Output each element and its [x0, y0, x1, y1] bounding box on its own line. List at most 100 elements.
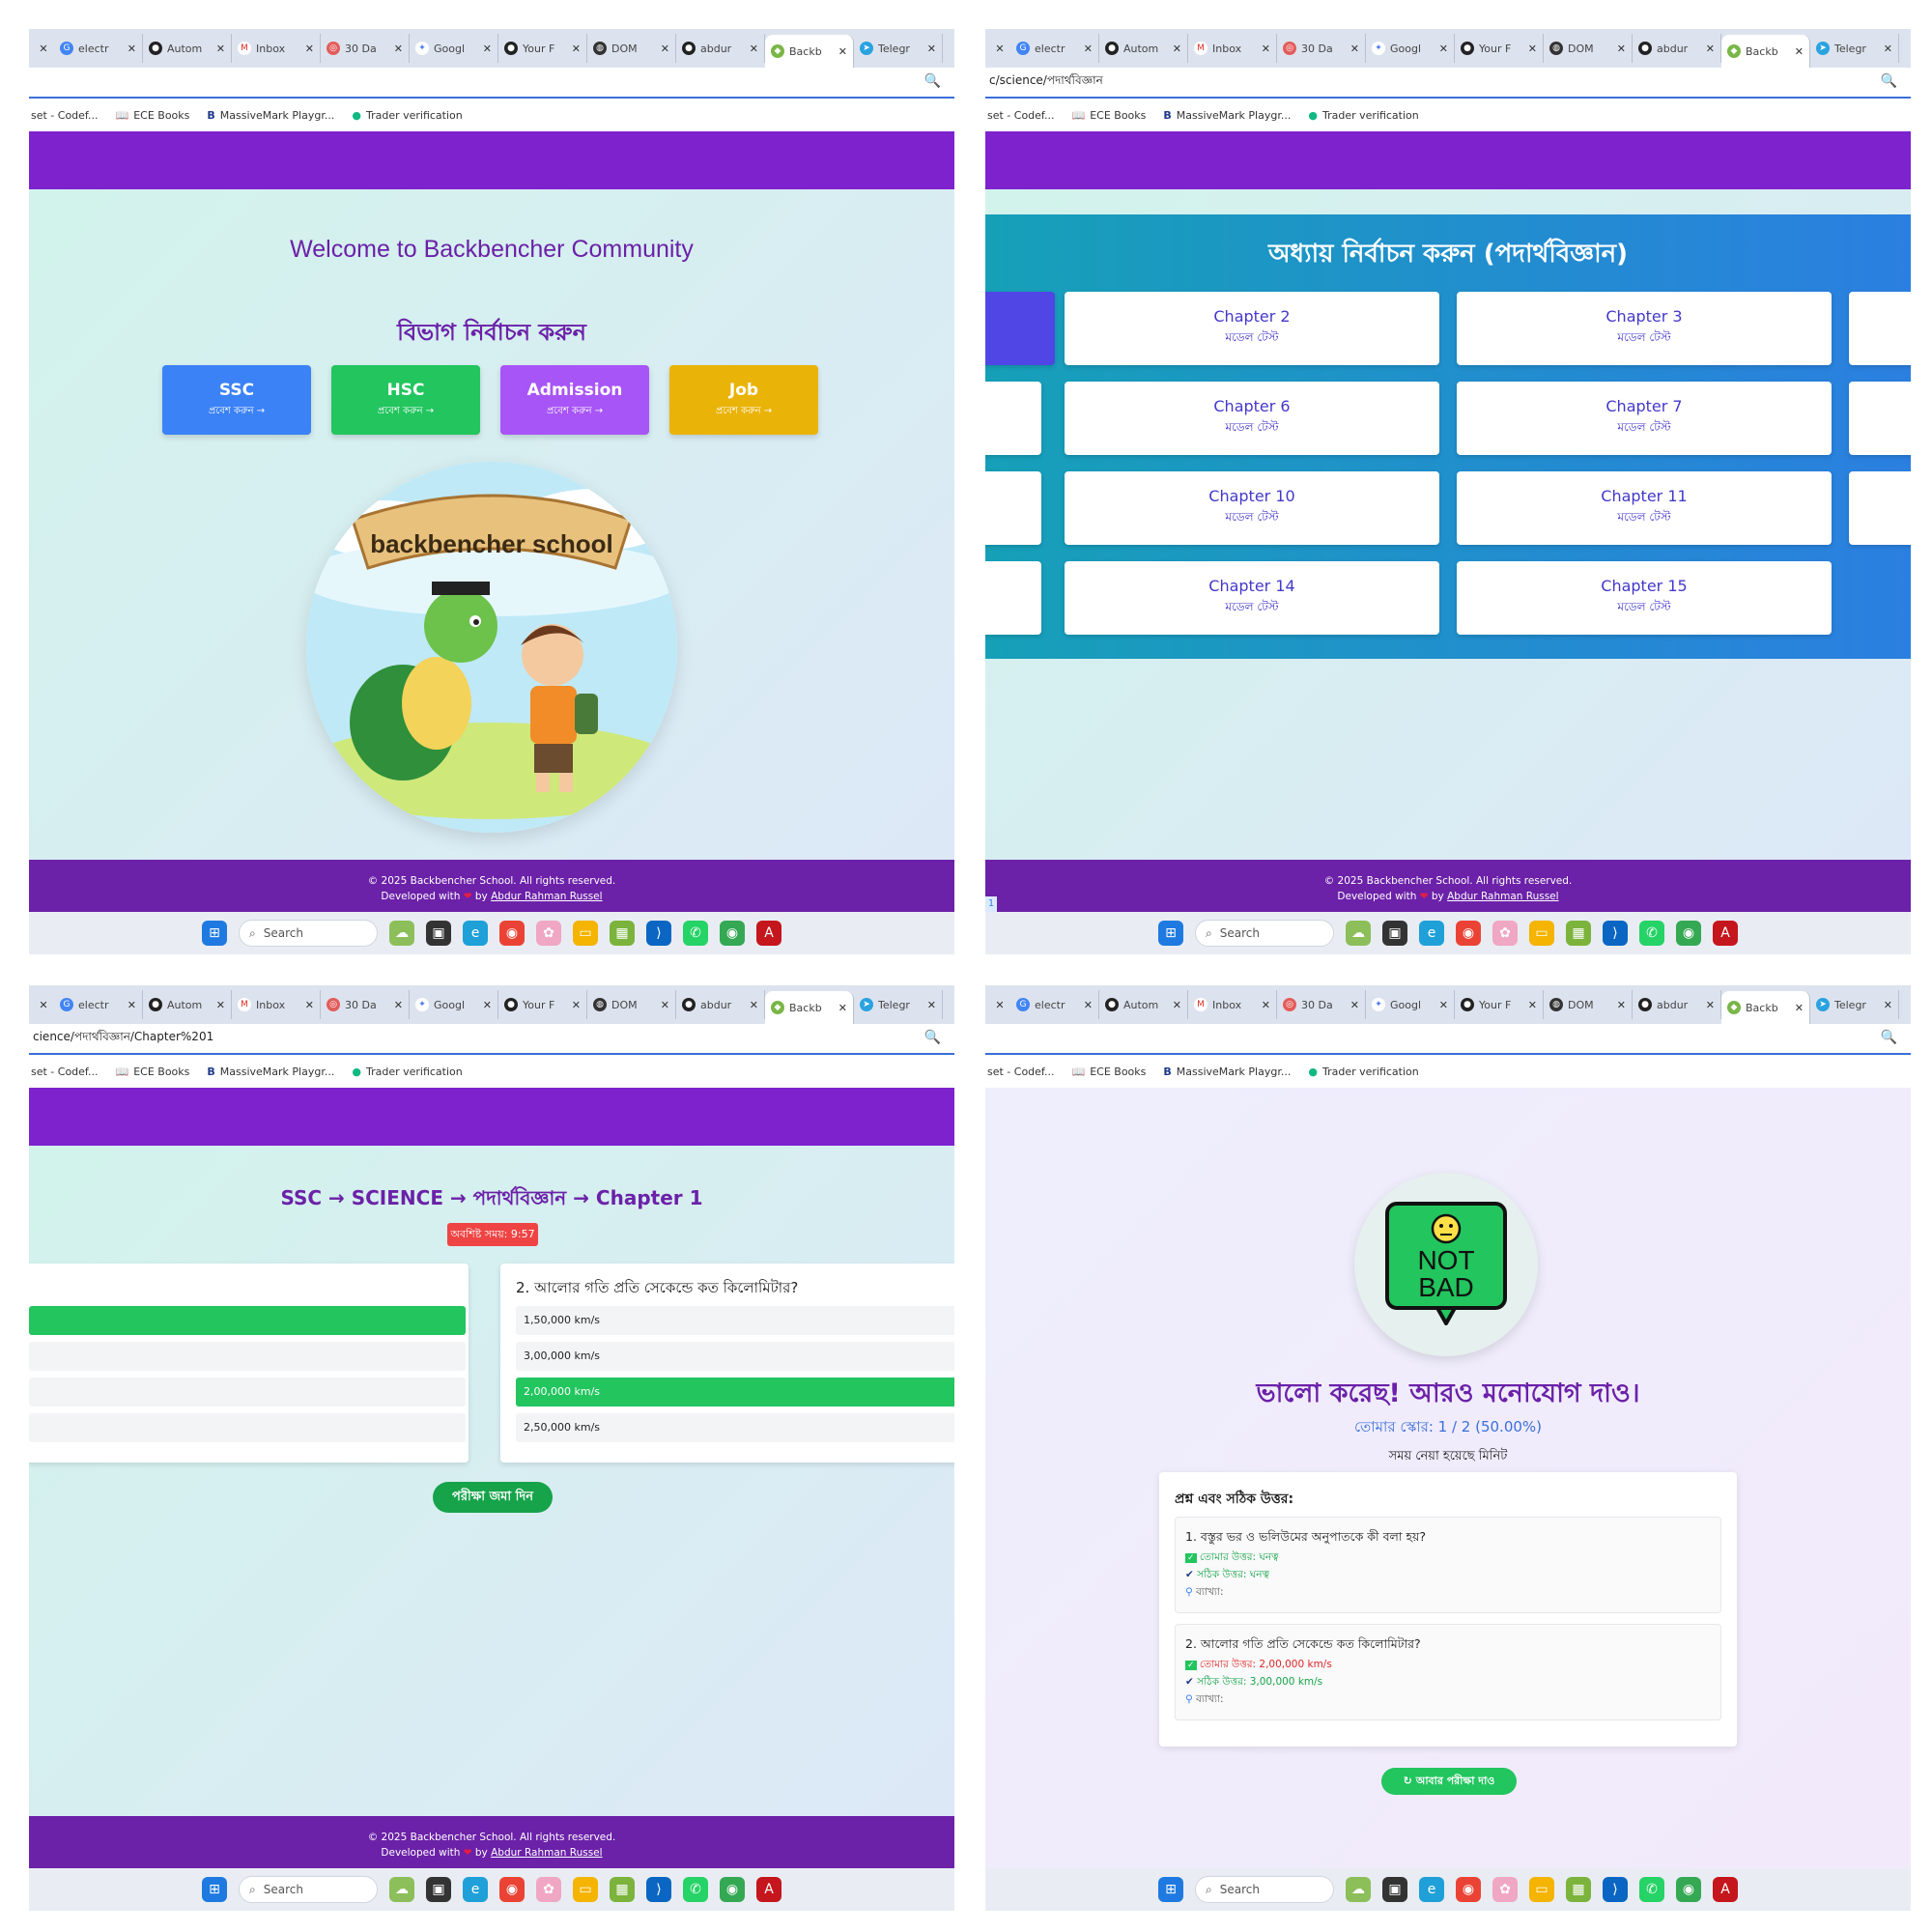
whatsapp-icon[interactable]: ✆ — [1639, 921, 1664, 946]
close-icon[interactable]: ✕ — [927, 43, 936, 55]
windows-start-icon[interactable]: ⊞ — [202, 1877, 227, 1902]
taskbar-search[interactable]: ⌕ Search — [239, 1876, 378, 1903]
option[interactable]: 1,50,000 km/s — [516, 1306, 954, 1335]
close-icon[interactable]: ✕ — [572, 43, 581, 55]
close-icon[interactable]: ✕ — [394, 999, 403, 1011]
tab-github-3[interactable]: ● abdur ✕ — [676, 34, 765, 63]
close-icon[interactable]: ✕ — [927, 999, 936, 1011]
close-icon[interactable]: ✕ — [1262, 999, 1270, 1011]
acrobat-icon[interactable]: A — [756, 1877, 781, 1902]
close-icon[interactable]: ✕ — [572, 999, 581, 1011]
tab-telegram[interactable]: ➤ Telegr ✕ — [854, 34, 943, 63]
tab-github[interactable]: ● Autom ✕ — [143, 990, 232, 1019]
bookmark-codeforces[interactable]: set - Codef... — [987, 109, 1055, 122]
tab-google[interactable]: Gelectr ✕ — [1010, 990, 1099, 1019]
task-view-icon[interactable]: ▣ — [1382, 921, 1407, 946]
retry-exam-button[interactable]: ↻ আবার পরীক্ষা দাও — [1381, 1768, 1517, 1795]
store-icon[interactable]: ▦ — [1566, 1877, 1591, 1902]
folder-icon[interactable]: ▭ — [1529, 921, 1554, 946]
tab-gemini[interactable]: ✦ Googl ✕ — [1366, 34, 1455, 63]
tab-dom[interactable]: ◍ DOM ✕ — [1544, 34, 1633, 63]
tab-gmail[interactable]: M Inbox ✕ — [232, 990, 321, 1019]
close-icon[interactable]: ✕ — [661, 43, 669, 55]
widget-icon[interactable]: ☁ — [1346, 921, 1371, 946]
close-icon[interactable]: ✕ — [394, 43, 403, 55]
close-icon[interactable]: ✕ — [989, 43, 1010, 55]
tab-google[interactable]: Gelectr ✕ — [54, 990, 143, 1019]
bookmark-ece-books[interactable]: 📖 ECE Books — [116, 109, 190, 122]
hsc-button[interactable]: HSC প্রবেশ করুন → — [331, 365, 480, 435]
tab-gemini[interactable]: ✦ Googl ✕ — [410, 34, 498, 63]
chapter-card-partial[interactable] — [985, 292, 1055, 365]
tab-dom[interactable]: ◍ DOM ✕ — [587, 34, 676, 63]
close-icon[interactable]: ✕ — [1617, 999, 1626, 1011]
tab-gmail[interactable]: M Inbox ✕ — [1188, 34, 1277, 63]
bookmark-trader[interactable]: ● Trader verification — [1308, 1065, 1418, 1078]
zoom-icon[interactable]: 🔍 — [1881, 1030, 1897, 1045]
chapter-card-partial[interactable] — [985, 471, 1041, 545]
close-icon[interactable]: ✕ — [1528, 43, 1537, 55]
windows-start-icon[interactable]: ⊞ — [1158, 1877, 1183, 1902]
vscode-icon[interactable]: ⟩ — [1603, 921, 1628, 946]
chapter-card[interactable]: Chapter 11 মডেল টেস্ট — [1457, 471, 1832, 545]
option[interactable] — [29, 1413, 466, 1442]
close-icon[interactable]: ✕ — [128, 43, 136, 55]
vscode-icon[interactable]: ⟩ — [1603, 1877, 1628, 1902]
tab-dom[interactable]: ◍ DOM ✕ — [587, 990, 676, 1019]
chrome-icon[interactable]: ◉ — [1456, 921, 1481, 946]
option[interactable] — [29, 1378, 466, 1406]
copilot-icon[interactable]: ✿ — [1492, 921, 1518, 946]
edge-icon[interactable]: e — [1419, 1877, 1444, 1902]
chapter-card[interactable]: Chapter 6 মডেল টেস্ট — [1065, 382, 1439, 455]
close-icon[interactable]: ✕ — [661, 999, 669, 1011]
taskbar-search[interactable]: ⌕ Search — [1195, 920, 1334, 947]
tab-google[interactable]: Gelectr ✕ — [54, 34, 143, 63]
edge-icon[interactable]: e — [463, 921, 488, 946]
tab-google[interactable]: Gelectr ✕ — [1010, 34, 1099, 63]
tab-gmail[interactable]: M Inbox ✕ — [232, 34, 321, 63]
tab-telegram[interactable]: ➤ Telegr ✕ — [854, 990, 943, 1019]
tab-backbencher[interactable]: ◆ Backb ✕ — [765, 991, 854, 1024]
store-icon[interactable]: ▦ — [610, 921, 635, 946]
whatsapp-icon[interactable]: ✆ — [1639, 1877, 1664, 1902]
address-bar[interactable]: 🔍 — [985, 1024, 1911, 1055]
acrobat-icon[interactable]: A — [756, 921, 781, 946]
close-icon[interactable]: ✕ — [1262, 43, 1270, 55]
widget-icon[interactable]: ☁ — [389, 1877, 414, 1902]
zoom-icon[interactable]: 🔍 — [1881, 73, 1897, 89]
close-icon[interactable]: ✕ — [1795, 45, 1804, 58]
zoom-icon[interactable]: 🔍 — [924, 73, 941, 89]
close-icon[interactable]: ✕ — [483, 999, 492, 1011]
chapter-card[interactable]: Chapter 7 মডেল টেস্ট — [1457, 382, 1832, 455]
taskbar-search[interactable]: ⌕ Search — [1195, 1876, 1334, 1903]
tab-github-3[interactable]: ● abdur ✕ — [676, 990, 765, 1019]
close-icon[interactable]: ✕ — [305, 999, 314, 1011]
close-icon[interactable]: ✕ — [1528, 999, 1537, 1011]
close-icon[interactable]: ✕ — [838, 45, 847, 58]
tab-backbencher[interactable]: ◆ Backb ✕ — [1721, 35, 1810, 68]
chapter-card-partial[interactable] — [1849, 292, 1911, 365]
close-icon[interactable]: ✕ — [1439, 999, 1448, 1011]
close-icon[interactable]: ✕ — [1706, 43, 1715, 55]
chapter-card[interactable]: Chapter 10 মডেল টেস্ট — [1065, 471, 1439, 545]
job-button[interactable]: Job প্রবেশ করুন → — [669, 365, 818, 435]
tab-telegram[interactable]: ➤ Telegr ✕ — [1810, 34, 1899, 63]
tab-github[interactable]: ● Autom ✕ — [143, 34, 232, 63]
tab-30days[interactable]: ◎ 30 Da ✕ — [321, 990, 410, 1019]
chapter-card[interactable]: Chapter 15 মডেল টেস্ট — [1457, 561, 1832, 635]
tab-gemini[interactable]: ✦ Googl ✕ — [410, 990, 498, 1019]
folder-icon[interactable]: ▭ — [573, 921, 598, 946]
tab-github[interactable]: ● Autom ✕ — [1099, 34, 1188, 63]
close-icon[interactable]: ✕ — [1350, 43, 1359, 55]
bookmark-massivemark[interactable]: B MassiveMark Playgr... — [207, 1065, 334, 1078]
taskbar-search[interactable]: ⌕ Search — [239, 920, 378, 947]
bookmark-codeforces[interactable]: set - Codef... — [31, 109, 99, 122]
whatsapp-icon[interactable]: ✆ — [683, 921, 708, 946]
tab-gmail[interactable]: M Inbox ✕ — [1188, 990, 1277, 1019]
close-icon[interactable]: ✕ — [33, 999, 54, 1011]
acrobat-icon[interactable]: A — [1713, 1877, 1738, 1902]
bookmark-ece-books[interactable]: 📖 ECE Books — [1072, 1065, 1147, 1078]
chapter-card-partial[interactable] — [1849, 471, 1911, 545]
close-icon[interactable]: ✕ — [1617, 43, 1626, 55]
address-bar[interactable]: cience/পদার্থবিজ্ঞান/Chapter%201 🔍 — [29, 1024, 954, 1055]
